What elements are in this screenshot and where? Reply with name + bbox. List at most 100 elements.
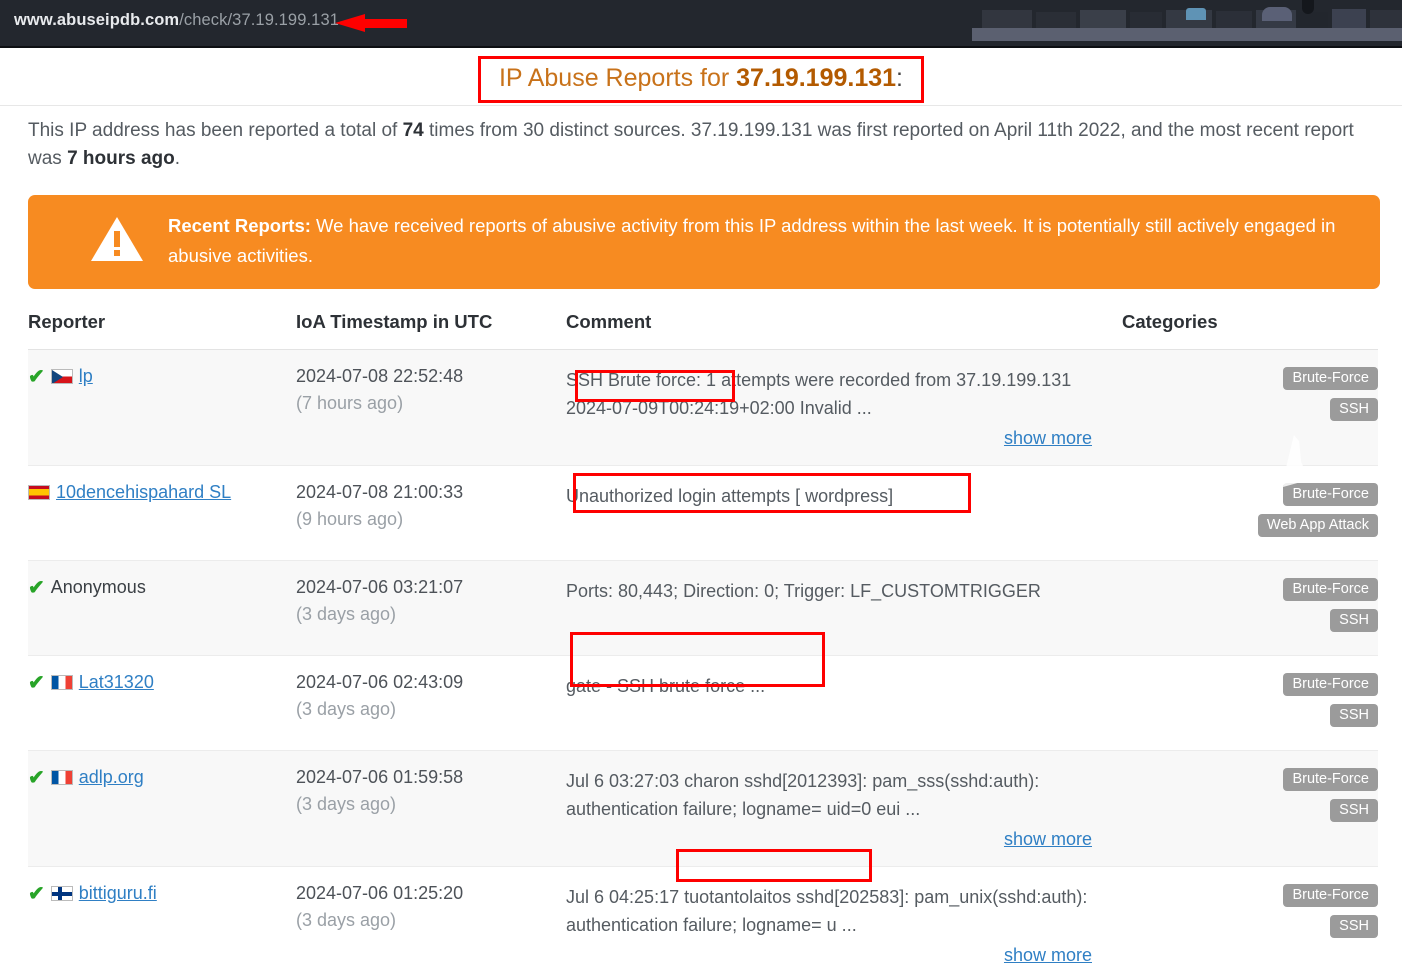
category-badge: Brute-Force xyxy=(1283,673,1378,696)
summary-recent-time: 7 hours ago xyxy=(67,148,175,169)
report-timestamp: 2024-07-06 01:25:20 xyxy=(296,883,464,903)
verified-check-icon: ✔ xyxy=(28,766,45,789)
reporter-name: Anonymous xyxy=(50,577,146,597)
category-badge-row: Brute-Force xyxy=(1122,767,1378,798)
cell-reporter: 10dencehispahard SL xyxy=(28,465,296,561)
cell-reporter: ✔ bittiguru.fi xyxy=(28,866,296,971)
cell-reporter: ✔ lp xyxy=(28,349,296,466)
table-body: ✔ lp 2024-07-08 22:52:48 (7 hours ago) SSH B… xyxy=(28,349,1378,971)
page-title-wrap: IP Abuse Reports for 37.19.199.131: xyxy=(0,56,1402,103)
category-badge: SSH xyxy=(1330,915,1378,938)
report-timestamp: 2024-07-08 22:52:48 xyxy=(296,366,464,386)
header-divider xyxy=(0,105,1402,106)
table-row: ✔ lp 2024-07-08 22:52:48 (7 hours ago) SSH B… xyxy=(28,349,1378,466)
verified-check-icon: ✔ xyxy=(28,671,45,694)
show-more-wrap: show more xyxy=(566,945,1092,966)
category-badge-row: Brute-Force xyxy=(1122,577,1378,608)
address-bar[interactable]: www.abuseipdb.com/check/37.19.199.131 xyxy=(14,11,339,30)
category-badge-row: SSH xyxy=(1122,397,1378,428)
report-time-ago: (3 days ago) xyxy=(296,794,397,814)
header-comment: Comment xyxy=(566,311,1122,350)
report-timestamp: 2024-07-08 21:00:33 xyxy=(296,482,464,502)
cell-reporter: ✔ Lat31320 xyxy=(28,655,296,751)
reporter-wrap: 10dencehispahard SL xyxy=(28,482,296,503)
table-header-row: Reporter IoA Timestamp in UTC Comment Ca… xyxy=(28,311,1378,350)
category-badge: SSH xyxy=(1330,609,1378,632)
category-badge-row: SSH xyxy=(1122,608,1378,639)
screenshot-root: www.abuseipdb.com/check/37.19.199.131 IP… xyxy=(0,0,1402,971)
report-timestamp: 2024-07-06 03:21:07 xyxy=(296,577,464,597)
category-badge-row: Web App Attack xyxy=(1122,513,1378,544)
cell-timestamp: 2024-07-06 01:59:58 (3 days ago) xyxy=(296,750,566,867)
category-badge: Brute-Force xyxy=(1283,483,1378,506)
page-content: IP Abuse Reports for 37.19.199.131: This… xyxy=(0,48,1402,971)
summary-text-3: . xyxy=(174,148,181,169)
cell-comment: Unauthorized login attempts [ wordpress] xyxy=(566,465,1122,561)
report-comment: Ports: 80,443; Direction: 0; Trigger: LF… xyxy=(566,581,1041,601)
cell-reporter: ✔ adlp.org xyxy=(28,750,296,867)
reporter-name[interactable]: Lat31320 xyxy=(79,672,154,693)
reporter-name[interactable]: bittiguru.fi xyxy=(79,883,157,904)
verified-check-icon: ✔ xyxy=(28,576,45,599)
cell-timestamp: 2024-07-06 01:25:20 (3 days ago) xyxy=(296,866,566,971)
country-flag-icon-fr xyxy=(50,675,73,690)
summary-paragraph: This IP address has been reported a tota… xyxy=(28,117,1373,173)
category-badge: Brute-Force xyxy=(1283,884,1378,907)
country-flag-icon-fr xyxy=(50,770,73,785)
category-badge: SSH xyxy=(1330,704,1378,727)
category-badge-row: SSH xyxy=(1122,703,1378,734)
country-flag-icon-fi xyxy=(50,886,73,901)
report-time-ago: (7 hours ago) xyxy=(296,393,404,413)
browser-chrome: www.abuseipdb.com/check/37.19.199.131 xyxy=(0,0,1402,46)
report-timestamp: 2024-07-06 02:43:09 xyxy=(296,672,464,692)
country-flag-icon-es xyxy=(28,485,50,500)
category-badge-row: SSH xyxy=(1122,798,1378,829)
report-comment: Unauthorized login attempts [ wordpress] xyxy=(566,486,894,506)
reports-table: Reporter IoA Timestamp in UTC Comment Ca… xyxy=(28,311,1378,971)
table-row: ✔ adlp.org 2024-07-06 01:59:58 (3 days ago)… xyxy=(28,750,1378,867)
show-more-link[interactable]: show more xyxy=(1004,829,1092,849)
summary-text-1: This IP address has been reported a tota… xyxy=(28,120,403,141)
alert-text: We have received reports of abusive acti… xyxy=(168,215,1336,266)
reporter-wrap: ✔ Anonymous xyxy=(28,577,296,598)
category-badge: Brute-Force xyxy=(1283,768,1378,791)
header-timestamp: IoA Timestamp in UTC xyxy=(296,311,566,350)
category-badge-row: SSH xyxy=(1122,914,1378,945)
report-timestamp: 2024-07-06 01:59:58 xyxy=(296,767,464,787)
reporter-name[interactable]: adlp.org xyxy=(79,767,144,788)
cell-comment: Jul 6 04:25:17 tuotantolaitos sshd[20258… xyxy=(566,866,1122,971)
page-title: IP Abuse Reports for 37.19.199.131: xyxy=(499,64,903,93)
category-badge: Brute-Force xyxy=(1283,367,1378,390)
show-more-link[interactable]: show more xyxy=(1004,428,1092,448)
cell-reporter: ✔ Anonymous xyxy=(28,560,296,656)
cell-comment: gate - SSH brute force ... xyxy=(566,655,1122,751)
category-badge-row: Brute-Force xyxy=(1122,366,1378,397)
left-arrow-annotation-icon xyxy=(335,14,407,32)
verified-check-icon: ✔ xyxy=(28,365,45,388)
table-row: ✔ Lat31320 2024-07-06 02:43:09 (3 days ago)… xyxy=(28,655,1378,751)
page-title-suffix: : xyxy=(896,64,903,92)
page-title-prefix: IP Abuse Reports for xyxy=(498,64,737,92)
country-flag-icon-cz xyxy=(50,369,73,384)
reporter-name[interactable]: lp xyxy=(79,366,93,387)
report-comment: SSH Brute force: 1 attempts were recorde… xyxy=(566,370,1072,418)
reporter-wrap: ✔ adlp.org xyxy=(28,767,296,788)
url-path: /check/37.19.199.131 xyxy=(179,11,339,29)
table-row: ✔ Anonymous 2024-07-06 03:21:07 (3 days ago… xyxy=(28,560,1378,656)
category-badge: SSH xyxy=(1330,799,1378,822)
cell-categories: Brute-Force SSH xyxy=(1122,349,1378,466)
cell-timestamp: 2024-07-06 02:43:09 (3 days ago) xyxy=(296,655,566,751)
category-badge-row: Brute-Force xyxy=(1122,482,1378,513)
report-time-ago: (9 hours ago) xyxy=(296,509,404,529)
cell-categories: Brute-Force SSH xyxy=(1122,866,1378,971)
category-badge-row: Brute-Force xyxy=(1122,883,1378,914)
show-more-link[interactable]: show more xyxy=(1004,945,1092,965)
reporter-name[interactable]: 10dencehispahard SL xyxy=(56,482,231,503)
cell-categories: Brute-Force Web App Attack xyxy=(1122,465,1378,561)
url-domain: www.abuseipdb.com xyxy=(14,11,180,29)
recent-reports-alert: Recent Reports: We have received reports… xyxy=(28,195,1380,289)
redacted-toolbar-region xyxy=(972,0,1402,46)
report-comment: Jul 6 03:27:03 charon sshd[2012393]: pam… xyxy=(566,771,1040,819)
report-time-ago: (3 days ago) xyxy=(296,699,397,719)
cell-timestamp: 2024-07-08 22:52:48 (7 hours ago) xyxy=(296,349,566,466)
